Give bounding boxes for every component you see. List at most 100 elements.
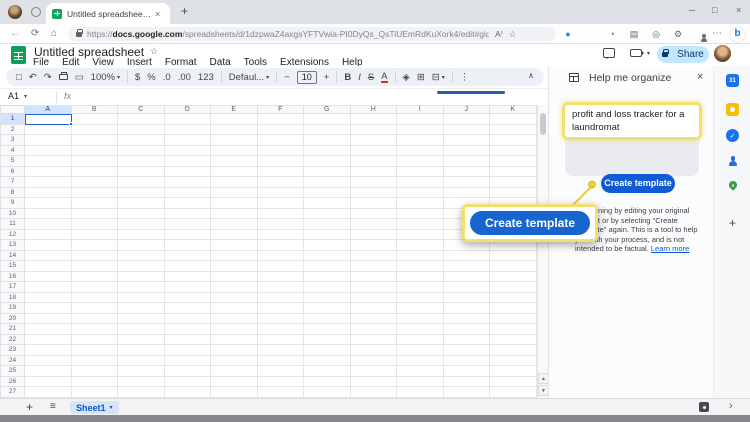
vertical-scrollbar[interactable]: ▲ ▼: [537, 105, 548, 398]
cell-G12[interactable]: [304, 230, 351, 241]
cell-A11[interactable]: [25, 219, 72, 230]
gear-extension-icon[interactable]: ⚙: [672, 29, 684, 40]
cell-C23[interactable]: [118, 345, 165, 356]
cell-H17[interactable]: [351, 282, 398, 293]
cell-A4[interactable]: [25, 146, 72, 157]
fill-handle[interactable]: [69, 122, 73, 126]
text-color-icon[interactable]: A: [381, 72, 387, 83]
redo-icon[interactable]: ↷: [44, 72, 52, 83]
cell-H23[interactable]: [351, 345, 398, 356]
cell-B15[interactable]: [72, 261, 119, 272]
column-header-K[interactable]: K: [490, 105, 537, 114]
cell-H15[interactable]: [351, 261, 398, 272]
cell-E10[interactable]: [211, 209, 258, 220]
cell-C25[interactable]: [118, 366, 165, 377]
cell-G8[interactable]: [304, 188, 351, 199]
cell-G26[interactable]: [304, 377, 351, 388]
strikethrough-icon[interactable]: S: [368, 72, 374, 83]
clock-extension-icon[interactable]: ◔: [606, 29, 618, 39]
cell-E7[interactable]: [211, 177, 258, 188]
sheet-tab-sheet1[interactable]: Sheet1 ▾: [70, 401, 119, 414]
workspaces-icon[interactable]: [31, 7, 41, 17]
close-window-button[interactable]: ×: [736, 5, 741, 15]
cell-G18[interactable]: [304, 293, 351, 304]
cell-D5[interactable]: [165, 156, 212, 167]
collapse-side-panel-icon[interactable]: ›: [729, 400, 733, 412]
cell-I27[interactable]: [397, 387, 444, 398]
cell-F9[interactable]: [258, 198, 305, 209]
create-template-callout-button[interactable]: Create template: [470, 211, 590, 235]
cell-D21[interactable]: [165, 324, 212, 335]
search-menus-icon[interactable]: □: [16, 72, 22, 83]
scrollbar-thumb[interactable]: [540, 113, 546, 135]
cell-G16[interactable]: [304, 272, 351, 283]
cell-C11[interactable]: [118, 219, 165, 230]
cell-E27[interactable]: [211, 387, 258, 398]
cell-J18[interactable]: [444, 293, 491, 304]
cell-H19[interactable]: [351, 303, 398, 314]
cell-F16[interactable]: [258, 272, 305, 283]
cell-H18[interactable]: [351, 293, 398, 304]
cell-C9[interactable]: [118, 198, 165, 209]
cell-K18[interactable]: [490, 293, 537, 304]
cell-K19[interactable]: [490, 303, 537, 314]
cell-K23[interactable]: [490, 345, 537, 356]
cell-A13[interactable]: [25, 240, 72, 251]
cell-C16[interactable]: [118, 272, 165, 283]
cell-A15[interactable]: [25, 261, 72, 272]
collapse-toolbar-icon[interactable]: ∧: [528, 71, 534, 80]
cell-F21[interactable]: [258, 324, 305, 335]
cell-B26[interactable]: [72, 377, 119, 388]
cell-I16[interactable]: [397, 272, 444, 283]
cell-A9[interactable]: [25, 198, 72, 209]
cell-C20[interactable]: [118, 314, 165, 325]
column-header-E[interactable]: E: [211, 105, 258, 114]
cell-F19[interactable]: [258, 303, 305, 314]
row-header-17[interactable]: 17: [0, 282, 25, 293]
cell-A21[interactable]: [25, 324, 72, 335]
cell-B19[interactable]: [72, 303, 119, 314]
cell-E24[interactable]: [211, 356, 258, 367]
cell-D1[interactable]: [165, 114, 212, 125]
cell-E9[interactable]: [211, 198, 258, 209]
account-avatar[interactable]: [714, 45, 731, 62]
cell-J24[interactable]: [444, 356, 491, 367]
cell-C19[interactable]: [118, 303, 165, 314]
cell-D16[interactable]: [165, 272, 212, 283]
cell-F3[interactable]: [258, 135, 305, 146]
cell-J5[interactable]: [444, 156, 491, 167]
cell-E2[interactable]: [211, 125, 258, 136]
cell-B9[interactable]: [72, 198, 119, 209]
cell-J2[interactable]: [444, 125, 491, 136]
row-header-11[interactable]: 11: [0, 219, 25, 230]
cell-G17[interactable]: [304, 282, 351, 293]
cell-A10[interactable]: [25, 209, 72, 220]
cell-C17[interactable]: [118, 282, 165, 293]
tasks-icon[interactable]: ✓: [726, 129, 739, 142]
extension-blue-icon[interactable]: ●: [562, 29, 574, 39]
cell-G7[interactable]: [304, 177, 351, 188]
prompt-highlight-box[interactable]: profit and loss tracker for a laundromat: [562, 102, 702, 140]
cell-D6[interactable]: [165, 167, 212, 178]
cell-G14[interactable]: [304, 251, 351, 262]
browser-more-icon[interactable]: ⋯: [712, 28, 722, 39]
cell-J6[interactable]: [444, 167, 491, 178]
fill-color-icon[interactable]: ◈: [403, 72, 410, 83]
cell-E23[interactable]: [211, 345, 258, 356]
calendar-icon[interactable]: 31: [726, 74, 739, 87]
cell-K21[interactable]: [490, 324, 537, 335]
cell-E14[interactable]: [211, 251, 258, 262]
cell-A24[interactable]: [25, 356, 72, 367]
cell-E21[interactable]: [211, 324, 258, 335]
cell-K25[interactable]: [490, 366, 537, 377]
cell-J25[interactable]: [444, 366, 491, 377]
cell-D24[interactable]: [165, 356, 212, 367]
cell-I10[interactable]: [397, 209, 444, 220]
cell-B6[interactable]: [72, 167, 119, 178]
add-sheet-icon[interactable]: +: [26, 400, 33, 414]
cell-H4[interactable]: [351, 146, 398, 157]
cell-C24[interactable]: [118, 356, 165, 367]
cell-K7[interactable]: [490, 177, 537, 188]
cell-G19[interactable]: [304, 303, 351, 314]
cell-J22[interactable]: [444, 335, 491, 346]
